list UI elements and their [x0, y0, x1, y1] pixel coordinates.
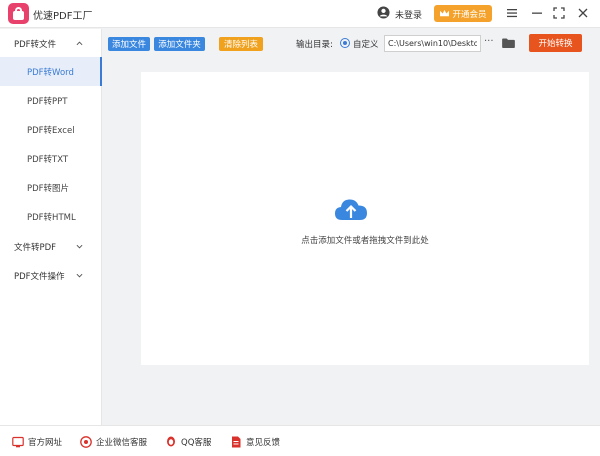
wechat-service-link[interactable]: 企业微信客服 [80, 436, 147, 448]
chevron-down-icon [76, 244, 83, 249]
nav-item-label: PDF转图片 [27, 183, 70, 194]
feedback-link[interactable]: 意见反馈 [230, 436, 280, 448]
crown-icon [440, 9, 450, 17]
drop-hint: 点击添加文件或者拖拽文件到此处 [301, 236, 429, 246]
nav-item-label: PDF转PPT [27, 96, 68, 107]
qq-icon [167, 436, 175, 447]
app-title: 优速PDF工厂 [33, 11, 93, 22]
cloud-upload-icon[interactable] [333, 196, 369, 224]
nav-item-label: PDF转HTML [27, 212, 76, 223]
nav-group-label: 文件转PDF [14, 242, 57, 253]
nav-item-pdf-to-image[interactable]: PDF转图片 [0, 173, 102, 202]
custom-dir-label[interactable]: 自定义 [353, 38, 379, 50]
chevron-up-icon [76, 41, 83, 46]
login-status[interactable]: 未登录 [395, 8, 422, 21]
add-folder-button[interactable]: 添加文件夹 [154, 37, 205, 51]
nav-group-pdf-to-file[interactable]: PDF转文件 [0, 29, 102, 58]
footer-link-label: QQ客服 [181, 438, 212, 448]
nav-item-pdf-to-excel[interactable]: PDF转Excel [0, 115, 102, 144]
qq-service-link[interactable]: QQ客服 [165, 436, 211, 448]
footer: 官方网址 企业微信客服 QQ客服 意见反馈 [0, 425, 600, 456]
output-dir-label: 输出目录: [296, 40, 333, 50]
output-path-input[interactable] [384, 35, 481, 52]
app-logo-icon [8, 3, 29, 24]
nav-item-label: PDF转Excel [27, 125, 75, 136]
nav-item-pdf-to-txt[interactable]: PDF转TXT [0, 144, 102, 173]
website-icon [12, 436, 24, 448]
sidebar: PDF转文件 PDF转Word PDF转PPT PDF转Excel PDF转TX… [0, 29, 102, 425]
footer-link-label: 意见反馈 [246, 438, 281, 448]
folder-icon[interactable] [502, 38, 515, 48]
nav-item-label: PDF转Word [27, 67, 74, 78]
nav-item-pdf-to-word[interactable]: PDF转Word [0, 57, 102, 86]
nav-group-pdf-operations[interactable]: PDF文件操作 [0, 261, 102, 290]
clear-list-button[interactable]: 清除列表 [219, 37, 263, 51]
title-bar: 优速PDF工厂 未登录 开通会员 [0, 0, 600, 28]
nav-group-file-to-pdf[interactable]: 文件转PDF [0, 232, 102, 261]
nav-group-label: PDF转文件 [14, 39, 57, 50]
custom-dir-radio[interactable] [340, 38, 350, 48]
add-file-button[interactable]: 添加文件 [108, 37, 150, 51]
menu-icon[interactable] [505, 6, 519, 20]
close-icon[interactable] [576, 6, 590, 20]
nav-item-pdf-to-ppt[interactable]: PDF转PPT [0, 86, 102, 115]
chevron-down-icon [76, 273, 83, 278]
website-link[interactable]: 官方网址 [12, 436, 62, 448]
maximize-icon[interactable] [552, 6, 566, 20]
nav-group-label: PDF文件操作 [14, 271, 65, 282]
file-drop-area[interactable]: 点击添加文件或者拖拽文件到此处 [141, 72, 589, 365]
minimize-icon[interactable] [530, 6, 544, 20]
vip-button[interactable]: 开通会员 [434, 5, 492, 22]
footer-link-label: 企业微信客服 [96, 438, 148, 448]
nav-item-pdf-to-html[interactable]: PDF转HTML [0, 202, 102, 231]
wechat-service-icon [80, 436, 92, 448]
start-convert-button[interactable]: 开始转换 [529, 34, 582, 52]
nav-item-label: PDF转TXT [27, 154, 69, 165]
footer-link-label: 官方网址 [28, 438, 63, 448]
feedback-icon [232, 436, 241, 448]
browse-more-button[interactable]: ··· [484, 36, 494, 47]
vip-label: 开通会员 [452, 9, 487, 20]
user-icon[interactable] [377, 6, 390, 19]
